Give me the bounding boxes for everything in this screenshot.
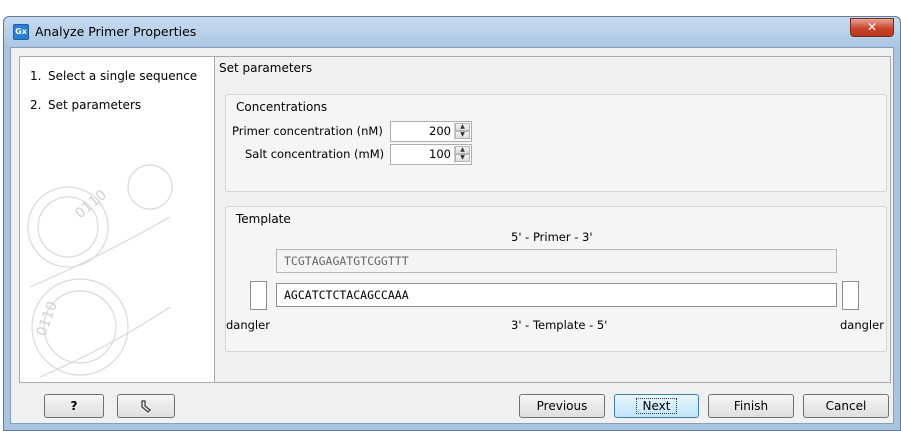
spin-up-icon[interactable]: ▲: [455, 123, 470, 131]
dialog-window: Gx Analyze Primer Properties ✕ 1. Select …: [3, 16, 901, 431]
dangler-left-field[interactable]: [250, 281, 267, 310]
salt-concentration-label: Salt concentration (mM): [245, 147, 385, 161]
window-title: Analyze Primer Properties: [35, 24, 197, 39]
concentrations-label: Concentrations: [236, 100, 328, 114]
help-icon: ?: [70, 399, 78, 413]
svg-text:0110: 0110: [72, 187, 110, 222]
template-label: Template: [236, 212, 291, 226]
salt-concentration-spinner[interactable]: 100 ▲ ▼: [390, 144, 472, 165]
spinner-arrows[interactable]: ▲ ▼: [454, 146, 470, 163]
primer-header: 5' - Primer - 3': [511, 230, 593, 244]
step-set-parameters[interactable]: 2. Set parameters: [30, 98, 141, 112]
spin-up-icon[interactable]: ▲: [455, 146, 470, 154]
primer-concentration-value[interactable]: 200: [429, 124, 451, 138]
salt-concentration-value[interactable]: 100: [429, 147, 451, 161]
app-icon: Gx: [13, 24, 29, 40]
step-number: 2.: [30, 98, 42, 112]
step-label: Set parameters: [48, 98, 142, 112]
step-label: Select a single sequence: [48, 69, 198, 83]
spin-down-icon[interactable]: ▼: [455, 131, 470, 139]
panel-title: Set parameters: [219, 61, 313, 75]
finish-button[interactable]: Finish: [708, 394, 794, 418]
dialog-body: 1. Select a single sequence 2. Set paramet…: [10, 47, 894, 424]
concentrations-group: Concentrations Primer concentration (nM)…: [225, 94, 887, 192]
dangler-right-label: dangler: [840, 318, 884, 332]
previous-button[interactable]: Previous: [519, 394, 605, 418]
template-footer: 3' - Template - 5': [511, 318, 608, 332]
spin-down-icon[interactable]: ▼: [455, 154, 470, 162]
help-button[interactable]: ?: [44, 394, 104, 418]
spinner-arrows[interactable]: ▲ ▼: [454, 123, 470, 140]
dangler-right-field[interactable]: [842, 281, 859, 310]
primer-concentration-spinner[interactable]: 200 ▲ ▼: [390, 121, 472, 142]
template-group: Template 5' - Primer - 3' TCGTAGAGATGTCG…: [225, 206, 887, 352]
reset-button[interactable]: [117, 394, 175, 418]
close-icon: ✕: [866, 20, 878, 34]
steps-panel: 1. Select a single sequence 2. Set paramet…: [19, 56, 215, 383]
next-button-label: Next: [635, 398, 678, 414]
primer-sequence-field: TCGTAGAGATGTCGGTTT: [276, 249, 837, 273]
step-number: 1.: [30, 69, 42, 83]
title-bar[interactable]: Gx Analyze Primer Properties ✕: [4, 17, 900, 47]
parameters-panel: Set parameters Concentrations Primer con…: [215, 56, 891, 383]
workbench-watermark-icon: 0110 0110: [27, 164, 173, 378]
reset-arrow-icon: [141, 400, 151, 413]
step-select-sequence[interactable]: 1. Select a single sequence: [30, 69, 197, 83]
close-button[interactable]: ✕: [850, 18, 894, 37]
next-button[interactable]: Next: [614, 394, 699, 418]
cancel-button[interactable]: Cancel: [803, 394, 889, 418]
primer-concentration-label: Primer concentration (nM): [232, 124, 383, 138]
dangler-left-label: dangler: [226, 318, 270, 332]
template-sequence-field[interactable]: AGCATCTCTACAGCCAAA: [276, 283, 837, 307]
